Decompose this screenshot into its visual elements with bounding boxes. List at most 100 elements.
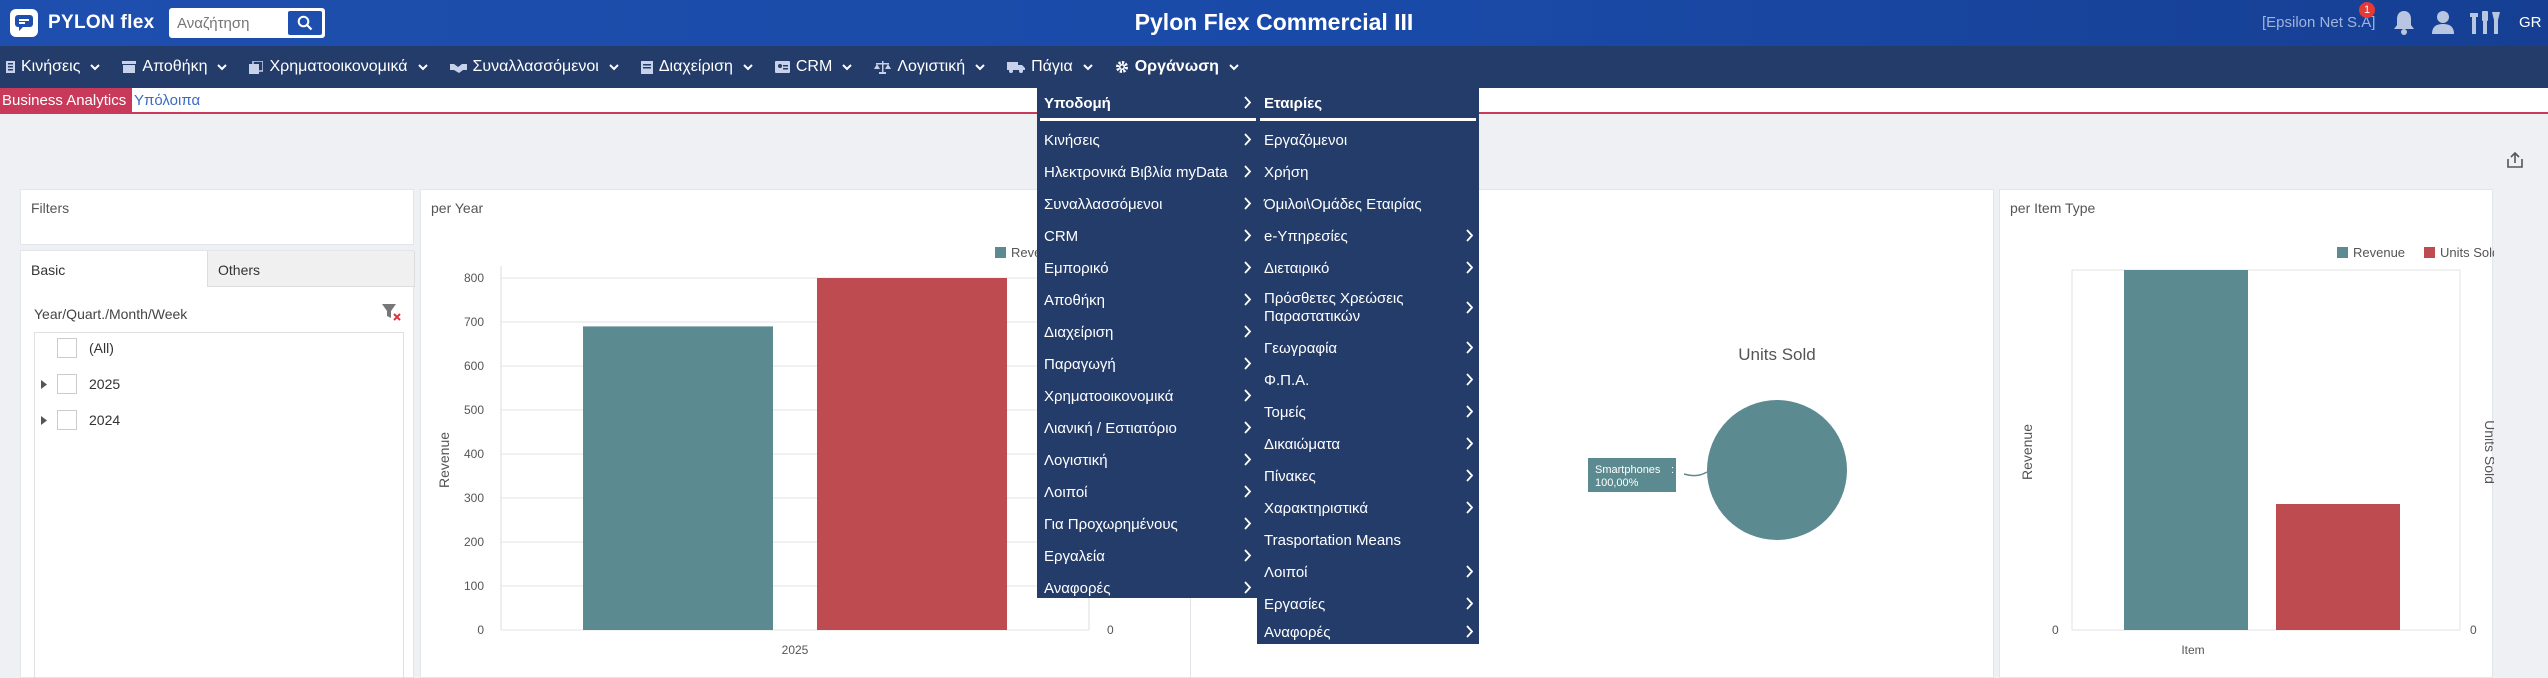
- nav-kiniseis[interactable]: Κινήσεις: [6, 46, 101, 88]
- clear-filter-icon[interactable]: [381, 303, 401, 326]
- chevron-right-icon: [1466, 565, 1473, 578]
- nav-pagia[interactable]: Πάγια: [1007, 46, 1093, 88]
- menu-item[interactable]: Παραγωγή: [1037, 348, 1257, 380]
- menu-item[interactable]: Πίνακες: [1257, 460, 1479, 492]
- pie-slice[interactable]: [1707, 400, 1847, 540]
- menu-item-label: Λιανική / Εστιατόριο: [1044, 419, 1177, 437]
- menu-item[interactable]: Εμπορικό: [1037, 252, 1257, 284]
- user-icon[interactable]: [2429, 8, 2457, 41]
- menu-item[interactable]: Υποδομή: [1037, 88, 1257, 118]
- tab-others[interactable]: Others: [208, 251, 415, 287]
- menu-item-label: CRM: [1044, 227, 1079, 245]
- tools-icon[interactable]: [2468, 8, 2502, 41]
- menu-item[interactable]: Δικαιώματα: [1257, 428, 1479, 460]
- chevron-down-icon: [743, 63, 753, 71]
- nav-diacheirisi[interactable]: Διαχείριση: [640, 46, 753, 88]
- chevron-right-icon: [1244, 517, 1251, 530]
- menu-item[interactable]: Χρήση: [1257, 156, 1479, 188]
- menu-item[interactable]: Για Προχωρημένους: [1037, 508, 1257, 540]
- checkbox[interactable]: [57, 410, 77, 430]
- tab-business-analytics[interactable]: Business Analytics: [0, 88, 133, 113]
- y-tick-label: 800: [464, 271, 484, 285]
- menu-item-label: Εταιρίες: [1264, 94, 1323, 112]
- expand-icon[interactable]: [41, 379, 49, 389]
- menu-item-label: Πρόσθετες Χρεώσεις Παραστατικών: [1264, 290, 1404, 325]
- menu-item[interactable]: Εργασίες: [1257, 588, 1479, 620]
- nav-label: Κινήσεις: [21, 58, 81, 75]
- chevron-right-icon: [1466, 373, 1473, 386]
- menu-item[interactable]: Αποθήκη: [1037, 284, 1257, 316]
- menu-item[interactable]: Όμιλοι\Ομάδες Εταιρίας: [1257, 188, 1479, 220]
- app-logo[interactable]: PYLON flex: [10, 9, 154, 37]
- menu-item[interactable]: Φ.Π.Α.: [1257, 364, 1479, 396]
- expand-icon[interactable]: [41, 415, 49, 425]
- y-tick-label: 600: [464, 359, 484, 373]
- menu-item[interactable]: Εταιρίες: [1257, 88, 1479, 118]
- nav-synallassomenoi[interactable]: Συναλλασσόμενοι: [449, 46, 619, 88]
- menu-item[interactable]: Εργαζόμενοι: [1257, 124, 1479, 156]
- tab-ypoloipa[interactable]: Υπόλοιπα: [134, 88, 200, 113]
- menu-item[interactable]: Λοιποί: [1037, 476, 1257, 508]
- company-name[interactable]: [Epsilon Net S.A]: [2262, 14, 2375, 31]
- y-tick-label: 500: [464, 403, 484, 417]
- menu-item[interactable]: Εργαλεία: [1037, 540, 1257, 572]
- menu-item[interactable]: Ηλεκτρονικά Βιβλία myData: [1037, 156, 1257, 188]
- y-tick: 0: [2052, 623, 2059, 637]
- nav-apothiki[interactable]: Αποθήκη: [122, 46, 228, 88]
- tree-item-2024[interactable]: 2024: [35, 408, 120, 432]
- chart-title: per Item Type: [2010, 200, 2096, 216]
- menu-item[interactable]: Διαχείριση: [1037, 316, 1257, 348]
- filter-tree: (All) 2025 2024: [34, 332, 404, 678]
- legend-label-revenue: Revenue: [2353, 245, 2405, 260]
- chevron-right-icon: [1466, 229, 1473, 242]
- nav-crm[interactable]: CRM: [774, 46, 853, 88]
- menu-item-label: Φ.Π.Α.: [1264, 371, 1310, 389]
- menu-item[interactable]: Χρηματοοικονομικά: [1037, 380, 1257, 412]
- menu-item[interactable]: Γεωγραφία: [1257, 332, 1479, 364]
- pie-label-connector: [1683, 471, 1708, 477]
- y-tick-label: 700: [464, 315, 484, 329]
- menu-item[interactable]: Λογιστική: [1037, 444, 1257, 476]
- checkbox[interactable]: [57, 338, 77, 358]
- chevron-down-icon: [975, 63, 985, 71]
- menu-item[interactable]: Κινήσεις: [1037, 124, 1257, 156]
- menu-item[interactable]: e-Υπηρεσίες: [1257, 220, 1479, 252]
- bar[interactable]: [817, 278, 1007, 630]
- tab-basic[interactable]: Basic: [21, 251, 208, 287]
- menu-item[interactable]: Λοιποί: [1257, 556, 1479, 588]
- menu-item[interactable]: Αναφορές: [1037, 572, 1257, 604]
- menu-item[interactable]: Πρόσθετες Χρεώσεις Παραστατικών: [1257, 284, 1479, 332]
- nav-label: Διαχείριση: [658, 58, 733, 75]
- chevron-right-icon: [1244, 421, 1251, 434]
- menu-item[interactable]: Αναφορές: [1257, 620, 1479, 644]
- filter-box: Basic Others Year/Quart./Month/Week (All…: [20, 250, 415, 678]
- menu-item[interactable]: CRM: [1037, 220, 1257, 252]
- chevron-right-icon: [1244, 96, 1251, 109]
- menu-item[interactable]: Λιανική / Εστιατόριο: [1037, 412, 1257, 444]
- search-button[interactable]: [288, 11, 322, 35]
- tree-item-all[interactable]: (All): [35, 336, 114, 360]
- tree-item-2025[interactable]: 2025: [35, 372, 120, 396]
- menu-item[interactable]: Συναλλασσόμενοι: [1037, 188, 1257, 220]
- chevron-right-icon: [1244, 325, 1251, 338]
- search-input[interactable]: [171, 10, 285, 36]
- menu-item[interactable]: Τομείς: [1257, 396, 1479, 428]
- chevron-right-icon: [1466, 469, 1473, 482]
- menu-item[interactable]: Διεταιρικό: [1257, 252, 1479, 284]
- nav-logistiki[interactable]: Λογιστική: [874, 46, 985, 88]
- finance-icon: [249, 60, 264, 74]
- language-selector[interactable]: GR: [2519, 14, 2542, 31]
- handshake-icon: [449, 62, 467, 73]
- bar[interactable]: [583, 326, 773, 630]
- nav-chrimatooikonomika[interactable]: Χρηματοοικονομικά: [249, 46, 428, 88]
- bell-icon[interactable]: [2391, 8, 2417, 41]
- y2-tick: 0: [2470, 623, 2477, 637]
- export-icon[interactable]: [2506, 151, 2524, 174]
- menu-item[interactable]: Trasportation Means: [1257, 524, 1479, 556]
- bar[interactable]: [2124, 270, 2248, 630]
- checkbox[interactable]: [57, 374, 77, 394]
- menu-item-label: Εργαλεία: [1044, 547, 1105, 565]
- nav-organosi[interactable]: Οργάνωση: [1115, 46, 1239, 88]
- menu-item[interactable]: Χαρακτηριστικά: [1257, 492, 1479, 524]
- bar[interactable]: [2276, 504, 2400, 630]
